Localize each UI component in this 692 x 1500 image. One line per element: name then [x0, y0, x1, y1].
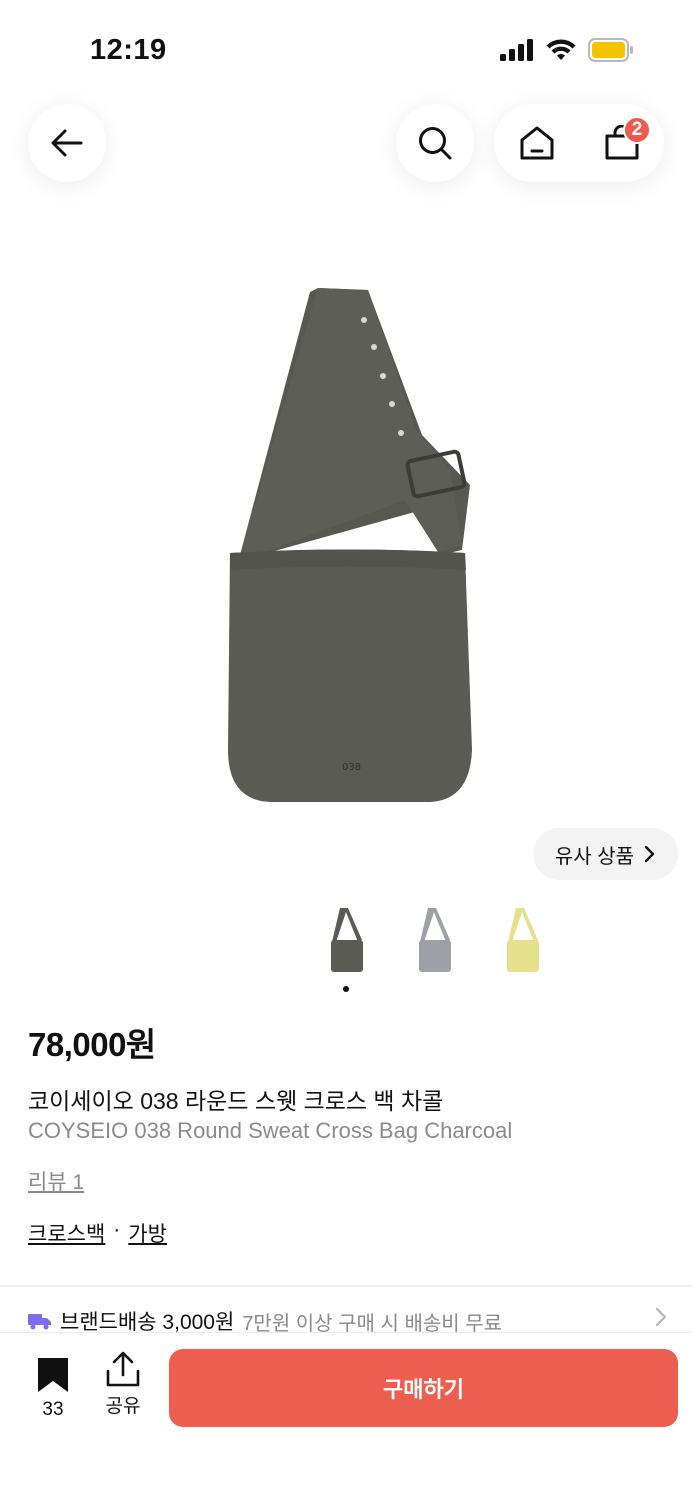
category-crossbag-link[interactable]: 크로스백	[28, 1218, 105, 1248]
thumbnail-yellow[interactable]	[500, 904, 544, 978]
product-price: 78,000원	[28, 1026, 156, 1063]
category-bag-link[interactable]: 가방	[128, 1218, 167, 1248]
status-time: 12:19	[90, 34, 167, 66]
home-cart-pill: 2	[494, 104, 664, 182]
status-icons	[500, 38, 634, 62]
thumbnail-charcoal[interactable]	[324, 904, 368, 978]
truck-icon	[28, 1314, 51, 1330]
category-separator: ·	[113, 1218, 121, 1241]
product-title-korean: 코이세이오 038 라운드 스웻 크로스 백 차콜	[28, 1088, 444, 1114]
chevron-right-icon	[644, 845, 655, 863]
cart-button[interactable]: 2	[579, 104, 664, 182]
home-icon	[520, 126, 553, 160]
bottom-action-bar: 33 공유 구매하기	[0, 1332, 692, 1500]
battery-icon	[588, 38, 633, 62]
color-thumbnails	[0, 904, 692, 978]
cart-count-badge: 2	[623, 116, 651, 144]
home-button[interactable]	[494, 104, 579, 182]
status-bar: 12:19	[0, 0, 692, 100]
arrow-left-icon	[51, 129, 83, 157]
share-button[interactable]: 공유	[100, 1351, 146, 1418]
category-breadcrumb: 크로스백 · 가방	[28, 1218, 167, 1248]
chevron-right-icon	[655, 1307, 667, 1327]
section-divider	[0, 1285, 692, 1287]
wifi-icon	[546, 39, 576, 60]
product-image[interactable]: 038	[200, 270, 500, 830]
similar-products-label: 유사 상품	[554, 845, 635, 868]
thumbnail-grey[interactable]	[412, 904, 456, 978]
bookmark-count: 33	[42, 1399, 64, 1420]
bag-logo: 038	[342, 762, 361, 773]
search-icon	[419, 127, 452, 160]
product-title-english: COYSEIO 038 Round Sweat Cross Bag Charco…	[28, 1118, 513, 1143]
review-link[interactable]: 리뷰 1	[28, 1166, 84, 1196]
bookmark-icon	[38, 1358, 68, 1392]
share-icon	[106, 1351, 140, 1387]
image-pagination-dot	[343, 986, 349, 992]
signal-icon	[500, 39, 533, 61]
back-button[interactable]	[28, 104, 106, 182]
bookmark-button[interactable]: 33	[30, 1357, 76, 1421]
share-label: 공유	[105, 1396, 141, 1417]
search-button[interactable]	[396, 104, 474, 182]
similar-products-button[interactable]: 유사 상품	[533, 828, 678, 880]
buy-button[interactable]: 구매하기	[169, 1349, 678, 1427]
